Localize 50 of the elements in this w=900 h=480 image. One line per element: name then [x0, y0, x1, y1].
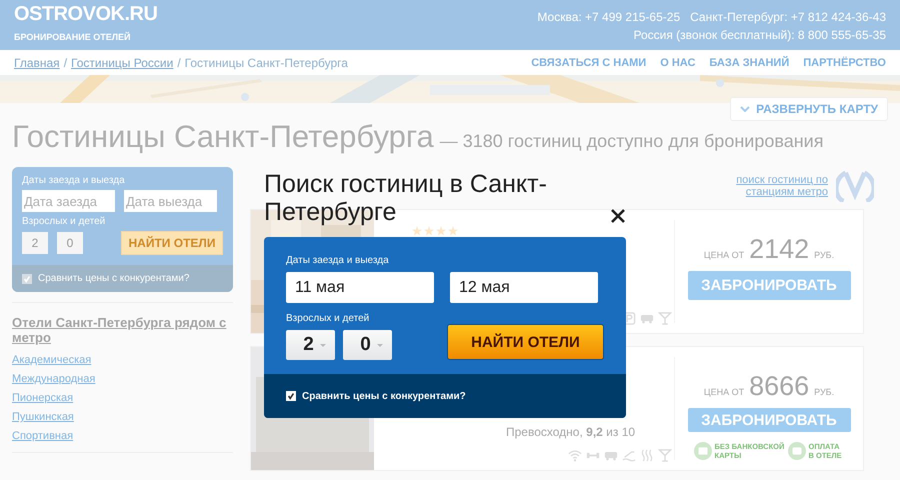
book-button[interactable]: ЗАБРОНИРОВАТЬ	[688, 408, 850, 432]
station-link[interactable]: Пионерская	[12, 391, 74, 406]
nav-link[interactable]: О НАС	[660, 56, 696, 68]
checkbox-label: Сравнить цены с конкурентами?	[302, 390, 466, 402]
checkbox-label: Сравнить цены с конкурентами?	[38, 273, 190, 284]
page-title: Гостиницы Санкт-Петербурга	[12, 119, 434, 155]
station-link[interactable]: Пушкинская	[12, 410, 74, 425]
site-logo[interactable]: OSTROVOK.RU	[14, 3, 158, 26]
expand-map-button[interactable]: РАЗВЕРНУТЬ КАРТУ	[730, 97, 888, 121]
page-subtitle: — 3180 гостиниц доступно для бронирования	[440, 131, 824, 152]
currency-label: РУБ.	[814, 250, 834, 260]
field-label: Взрослых и детей	[286, 313, 370, 324]
modal-title: Поиск гостиниц в Санкт-Петербурге	[264, 170, 548, 226]
children-select[interactable]: 0	[57, 232, 83, 254]
breadcrumb-current: Гостиницы Санкт-Петербурга	[184, 56, 348, 70]
checkin-field[interactable]: Дата заезда	[22, 190, 115, 212]
hotel-rating: Превосходно, 9,2 из 10	[506, 425, 636, 439]
metro-heading-link[interactable]: Отели Санкт-Петербурга рядом с метро	[12, 315, 233, 345]
find-hotels-button[interactable]: НАЙТИ ОТЕЛИ	[447, 324, 604, 360]
nav-link[interactable]: ПАРТНЁРСТВО	[803, 56, 886, 68]
breadcrumb-separator: /	[64, 56, 68, 70]
find-hotels-button[interactable]: НАЙТИ ОТЕЛИ	[121, 231, 223, 255]
adults-select[interactable]: 2	[22, 232, 48, 254]
price-value: 2142	[749, 234, 810, 265]
breadcrumb-link[interactable]: Гостиницы России	[71, 56, 174, 70]
checkout-field[interactable]: 12 мая	[450, 272, 598, 303]
breadcrumb-link[interactable]: Главная	[14, 56, 60, 70]
phone-number: Москва: +7 499 215-65-25	[537, 10, 680, 24]
nav-link[interactable]: СВЯЗАТЬСЯ С НАМИ	[531, 56, 646, 68]
metro-search-link[interactable]: поиск гостиниц по станциям метро	[732, 174, 828, 198]
children-select[interactable]: 0	[343, 330, 392, 360]
adults-select[interactable]: 2	[286, 330, 335, 360]
checkin-field[interactable]: 11 мая	[286, 272, 434, 303]
price-label: ЦЕНА ОТ	[704, 387, 744, 397]
price-label: ЦЕНА ОТ	[704, 250, 744, 260]
checkout-field[interactable]: Дата выезда	[124, 190, 217, 212]
station-link[interactable]: Академическая	[12, 353, 92, 368]
field-label: Даты заезда и выезда	[22, 175, 126, 186]
nav-link[interactable]: БАЗА ЗНАНИЙ	[709, 56, 790, 68]
station-link[interactable]: Международная	[12, 372, 96, 387]
phone-number: Санкт-Петербург: +7 812 424-36-43	[690, 10, 886, 24]
field-label: Даты заезда и выезда	[286, 255, 390, 266]
phone-number: Россия (звонок бесплатный): 8 800 555-65-35	[634, 28, 886, 42]
site-tagline: БРОНИРОВАНИЕ ОТЕЛЕЙ	[14, 32, 132, 42]
station-link[interactable]: Спортивная	[12, 429, 74, 444]
price-value: 8666	[749, 371, 810, 402]
field-label: Взрослых и детей	[22, 216, 106, 227]
breadcrumb-separator: /	[177, 56, 181, 70]
book-button[interactable]: ЗАБРОНИРОВАТЬ	[688, 271, 850, 300]
currency-label: РУБ.	[814, 387, 834, 397]
